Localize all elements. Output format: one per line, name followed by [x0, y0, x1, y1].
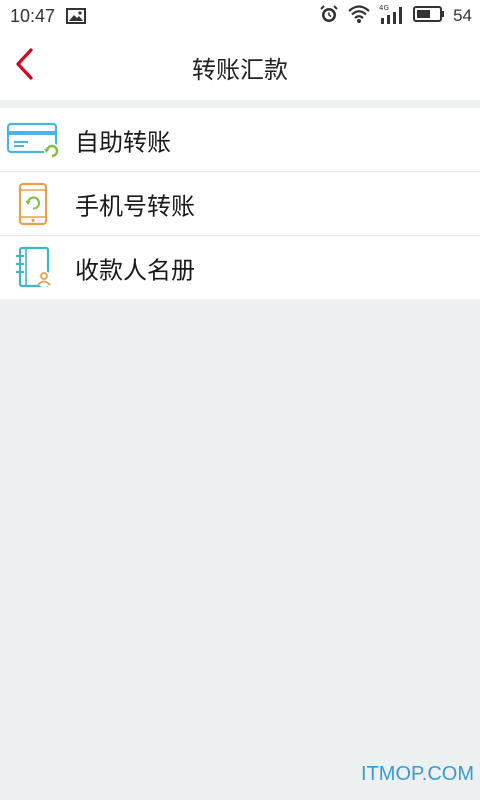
status-bar: 10:47 4G 54 — [0, 0, 480, 32]
status-time: 10:47 — [10, 6, 56, 26]
network-type-label: 4G — [379, 4, 389, 12]
menu-item-self-transfer[interactable]: 自助转账 — [0, 108, 480, 171]
menu-item-label: 自助转账 — [75, 128, 171, 156]
menu-item-payee-book[interactable]: 收款人名册 — [0, 235, 480, 299]
battery-icon — [413, 5, 445, 27]
menu-list: 自助转账 手机号转账 收款人名册 — [0, 108, 480, 299]
status-icons: 4G 54 — [319, 4, 472, 28]
watermark: ITMOP.COM — [361, 763, 474, 785]
image-icon — [66, 8, 86, 29]
menu-item-phone-transfer[interactable]: 手机号转账 — [0, 171, 480, 235]
phone-transfer-icon — [6, 181, 62, 227]
card-transfer-icon — [6, 117, 62, 163]
app-header: 转账汇款 — [0, 32, 480, 100]
alarm-icon — [319, 4, 339, 29]
battery-level: 54 — [453, 6, 472, 25]
page-title: 转账汇款 — [192, 56, 288, 84]
menu-item-label: 收款人名册 — [75, 256, 195, 284]
payee-book-icon — [6, 245, 62, 291]
wifi-icon — [347, 4, 371, 29]
section-divider — [0, 100, 480, 108]
menu-item-label: 手机号转账 — [75, 192, 195, 220]
signal-icon: 4G — [379, 3, 405, 30]
